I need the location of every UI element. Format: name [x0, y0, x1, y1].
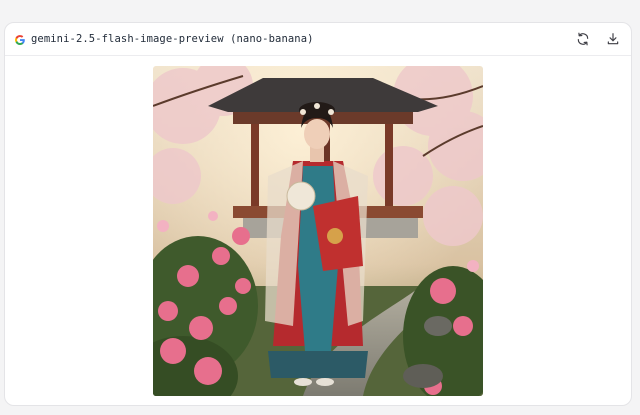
download-icon[interactable] [605, 31, 621, 47]
model-name-label: gemini-2.5-flash-image-preview (nano-ban… [31, 33, 314, 45]
image-result-card: gemini-2.5-flash-image-preview (nano-ban… [4, 22, 632, 406]
google-g-icon [14, 33, 26, 45]
card-header: gemini-2.5-flash-image-preview (nano-ban… [5, 23, 631, 56]
card-actions [575, 31, 621, 47]
refresh-icon[interactable] [575, 31, 591, 47]
generated-image[interactable] [153, 66, 483, 396]
